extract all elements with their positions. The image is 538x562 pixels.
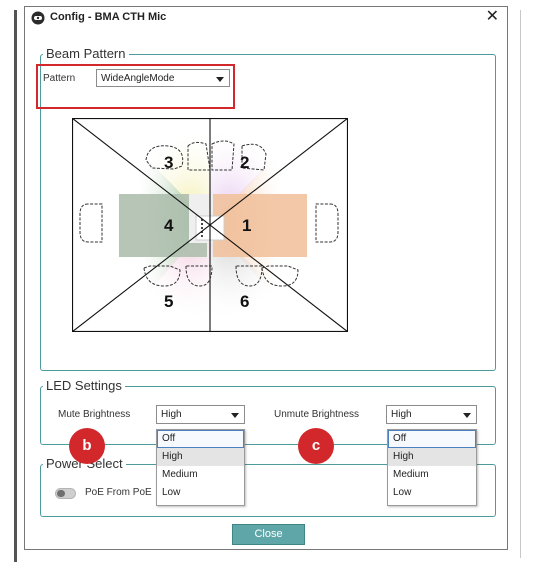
unmute-brightness-dropdown: Off High Medium Low (387, 429, 477, 506)
unmute-brightness-label: Unmute Brightness (274, 409, 360, 420)
annotation-badge-b: b (69, 428, 105, 464)
poe-toggle[interactable] (55, 488, 76, 499)
unmute-option-low[interactable]: Low (388, 484, 476, 502)
unmute-option-off[interactable]: Off (388, 430, 476, 448)
zone-label-4: 4 (164, 216, 174, 235)
zone-label-3: 3 (164, 153, 173, 172)
unmute-brightness-select[interactable]: High (386, 405, 477, 424)
pattern-select-value: WideAngleMode (101, 73, 175, 84)
microphone-config-icon (31, 11, 45, 25)
mute-option-low[interactable]: Low (157, 484, 244, 502)
poe-label: PoE From PoE (85, 487, 152, 498)
background-window-edge-right (520, 10, 521, 558)
mute-brightness-select[interactable]: High (156, 405, 245, 424)
toggle-knob (57, 490, 65, 497)
led-settings-legend: LED Settings (46, 378, 122, 393)
unmute-brightness-value: High (391, 409, 412, 420)
chevron-down-icon (463, 413, 471, 418)
window-title: Config - BMA CTH Mic (50, 11, 167, 23)
mute-option-off[interactable]: Off (157, 430, 244, 448)
beam-pattern-legend: Beam Pattern (46, 46, 126, 61)
beam-pattern-diagram: 1 2 3 4 5 6 (72, 118, 348, 332)
mute-option-high[interactable]: High (157, 448, 244, 466)
mute-brightness-value: High (161, 409, 182, 420)
zone-label-6: 6 (240, 292, 249, 311)
zone-label-1: 1 (242, 216, 251, 235)
close-button[interactable]: Close (232, 524, 305, 545)
pattern-label: Pattern (43, 73, 76, 84)
title-bar: Config - BMA CTH Mic ✕ (25, 7, 507, 29)
mute-brightness-label: Mute Brightness (58, 409, 131, 420)
zone-label-5: 5 (164, 292, 173, 311)
unmute-option-high[interactable]: High (388, 448, 476, 466)
mute-brightness-dropdown: Off High Medium Low (156, 429, 245, 506)
annotation-badge-c: c (298, 428, 334, 464)
background-window-edge (14, 10, 17, 562)
unmute-option-medium[interactable]: Medium (388, 466, 476, 484)
table-right-half (213, 194, 307, 257)
chevron-down-icon (231, 413, 239, 418)
mute-option-medium[interactable]: Medium (157, 466, 244, 484)
pattern-select[interactable]: WideAngleMode (96, 69, 230, 87)
zone-label-2: 2 (240, 153, 249, 172)
chevron-down-icon (216, 77, 224, 82)
close-window-icon[interactable]: ✕ (486, 8, 499, 26)
config-dialog: Config - BMA CTH Mic ✕ Beam Pattern Patt… (24, 6, 508, 550)
